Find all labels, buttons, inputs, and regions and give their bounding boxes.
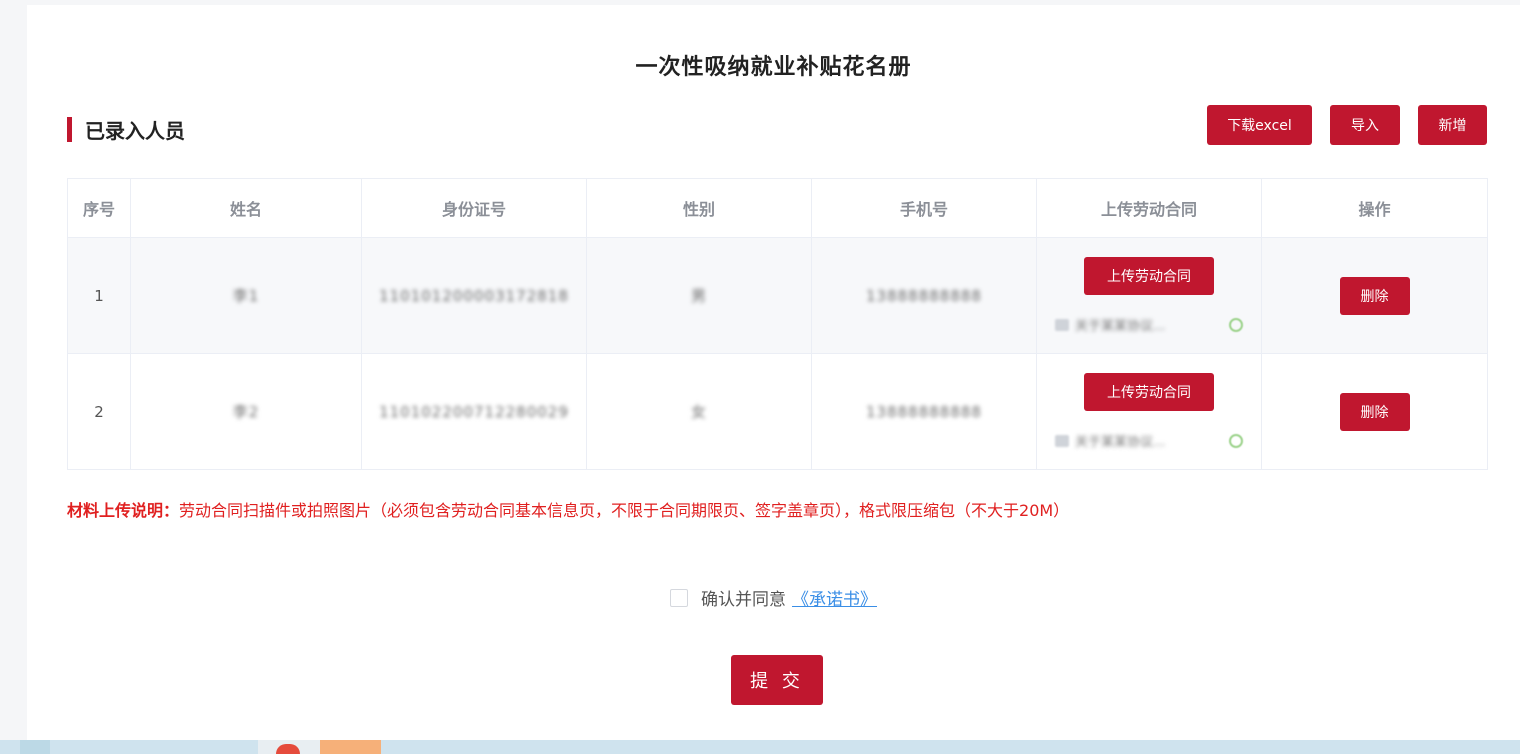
upload-contract-button[interactable]: 上传劳动合同 xyxy=(1084,373,1214,411)
import-button[interactable]: 导入 xyxy=(1330,105,1400,145)
taskbar-browser-icon[interactable] xyxy=(276,744,300,754)
gender-value: 男 xyxy=(690,287,707,305)
cell-upload: 上传劳动合同 关于某某协议... xyxy=(1036,353,1262,470)
agree-checkbox[interactable] xyxy=(670,588,688,607)
header-actions: 操作 xyxy=(1261,178,1488,238)
personnel-table: 序号 姓名 身份证号 性别 手机号 上传劳动合同 操作 1 李1 1101012… xyxy=(67,178,1488,470)
upload-contract-button[interactable]: 上传劳动合同 xyxy=(1084,257,1214,295)
taskbar-app-icon[interactable] xyxy=(20,740,50,754)
phone-value: 13888888888 xyxy=(866,402,982,421)
table-row: 1 李1 110101200003172818 男 13888888888 上传… xyxy=(67,237,1488,354)
cell-index: 2 xyxy=(67,353,131,470)
section-title: 已录入人员 xyxy=(85,119,185,143)
cell-id-number: 110101200003172818 xyxy=(361,237,587,354)
name-value: 李1 xyxy=(232,287,260,305)
phone-value: 13888888888 xyxy=(866,286,982,305)
cell-phone: 13888888888 xyxy=(811,237,1037,354)
table-header-row: 序号 姓名 身份证号 性别 手机号 上传劳动合同 操作 xyxy=(67,178,1488,238)
delete-button[interactable]: 删除 xyxy=(1339,392,1410,431)
header-name: 姓名 xyxy=(130,178,362,238)
cell-name: 李2 xyxy=(130,353,362,470)
id-number-value: 110102200712280029 xyxy=(379,402,569,421)
header-gender: 性别 xyxy=(586,178,812,238)
name-value: 李2 xyxy=(232,403,260,421)
section-header: 已录入人员 xyxy=(67,116,185,143)
cell-name: 李1 xyxy=(130,237,362,354)
upload-instructions-label: 材料上传说明： xyxy=(67,501,180,520)
section-accent-bar xyxy=(67,117,72,142)
uploaded-file[interactable]: 关于某某协议... xyxy=(1037,315,1261,334)
table-row: 2 李2 110102200712280029 女 13888888888 上传… xyxy=(67,353,1488,470)
cell-gender: 女 xyxy=(586,353,812,470)
uploaded-file[interactable]: 关于某某协议... xyxy=(1037,431,1261,450)
header-index: 序号 xyxy=(67,178,131,238)
upload-success-icon xyxy=(1229,317,1243,332)
main-panel: 一次性吸纳就业补贴花名册 已录入人员 下载excel 导入 新增 序号 姓名 身… xyxy=(27,5,1520,740)
delete-button[interactable]: 删除 xyxy=(1339,276,1410,315)
file-name: 关于某某协议... xyxy=(1075,319,1166,334)
add-button[interactable]: 新增 xyxy=(1418,105,1487,145)
cell-upload: 上传劳动合同 关于某某协议... xyxy=(1036,237,1262,354)
upload-instructions: 材料上传说明：劳动合同扫描件或拍照图片（必须包含劳动合同基本信息页，不限于合同期… xyxy=(67,497,1069,521)
cell-actions: 删除 xyxy=(1261,353,1488,470)
header-phone: 手机号 xyxy=(811,178,1037,238)
cell-actions: 删除 xyxy=(1261,237,1488,354)
cell-gender: 男 xyxy=(586,237,812,354)
submit-button[interactable]: 提 交 xyxy=(731,655,823,705)
file-icon xyxy=(1055,318,1069,331)
toolbar: 下载excel 导入 新增 xyxy=(1207,105,1487,145)
gender-value: 女 xyxy=(690,403,707,421)
cell-index: 1 xyxy=(67,237,131,354)
cell-phone: 13888888888 xyxy=(811,353,1037,470)
file-icon xyxy=(1055,434,1069,447)
upload-success-icon xyxy=(1229,433,1243,448)
taskbar-app-icon[interactable] xyxy=(320,740,381,754)
id-number-value: 110101200003172818 xyxy=(379,286,569,305)
cell-id-number: 110102200712280029 xyxy=(361,353,587,470)
upload-instructions-text: 劳动合同扫描件或拍照图片（必须包含劳动合同基本信息页，不限于合同期限页、签字盖章… xyxy=(179,501,1070,520)
download-excel-button[interactable]: 下载excel xyxy=(1207,105,1312,145)
header-id-number: 身份证号 xyxy=(361,178,587,238)
file-name: 关于某某协议... xyxy=(1075,435,1166,450)
commitment-letter-link[interactable]: 《承诺书》 xyxy=(792,585,877,610)
page-title: 一次性吸纳就业补贴花名册 xyxy=(635,55,912,80)
agree-text: 确认并同意 xyxy=(701,590,786,610)
header-upload-contract: 上传劳动合同 xyxy=(1036,178,1262,238)
taskbar xyxy=(0,740,1520,754)
agreement-row: 确认并同意 《承诺书》 xyxy=(27,585,1520,610)
